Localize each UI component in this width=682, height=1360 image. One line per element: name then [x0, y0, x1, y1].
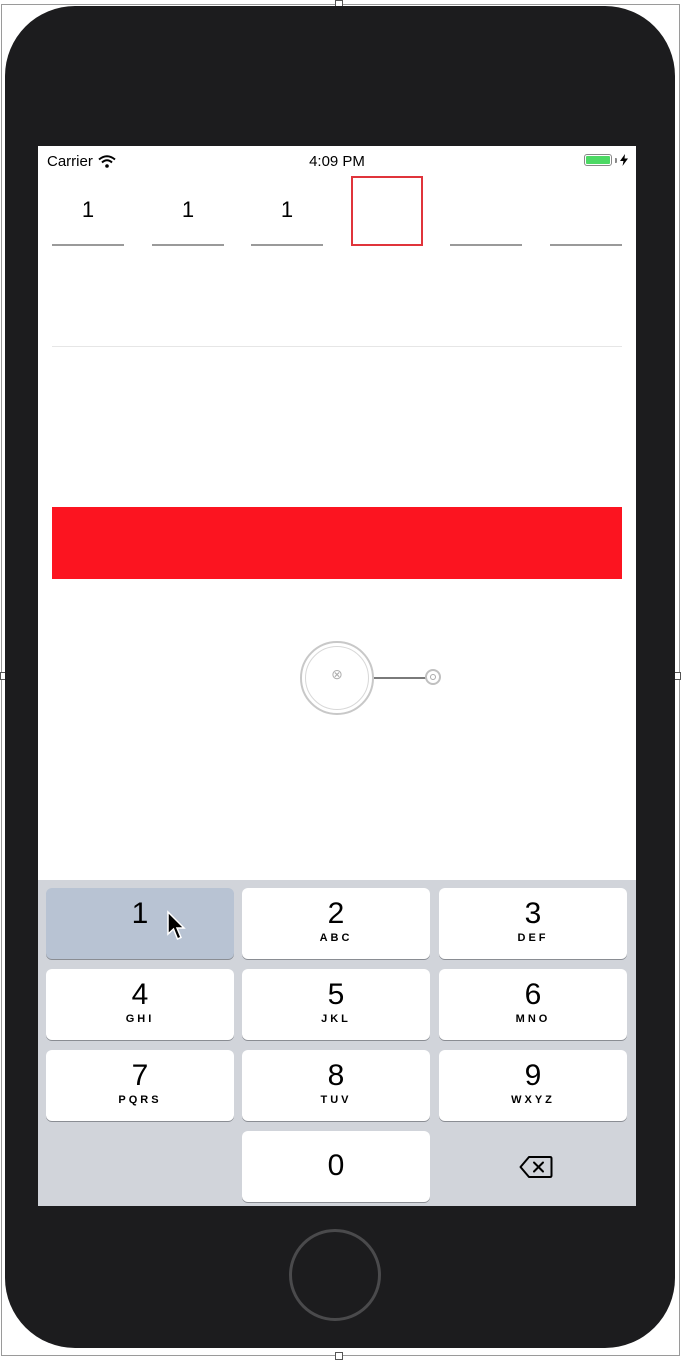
divider-line — [52, 346, 622, 347]
key-3-number: 3 — [524, 897, 542, 930]
device-screen: Carrier 4:09 PM 1 1 1 ⊗ 1 2 ABC 3 DEF 4 … — [38, 146, 636, 1206]
action-button[interactable] — [52, 507, 622, 579]
battery-icon — [584, 154, 628, 166]
mouse-cursor-icon — [167, 910, 186, 940]
key-6[interactable]: 6 MNO — [439, 969, 627, 1040]
key-8-number: 8 — [327, 1059, 345, 1092]
key-4-number: 4 — [131, 978, 149, 1011]
key-5[interactable]: 5 JKL — [242, 969, 430, 1040]
key-9-letters: WXYZ — [511, 1094, 555, 1106]
charging-bolt-icon — [620, 154, 628, 166]
touch-center-icon: ⊗ — [331, 666, 343, 682]
otp-input-row: 1 1 1 — [52, 176, 622, 246]
key-1-number: 1 — [131, 897, 149, 930]
key-2[interactable]: 2 ABC — [242, 888, 430, 959]
key-9-number: 9 — [524, 1059, 542, 1092]
status-bar: Carrier 4:09 PM — [38, 146, 636, 174]
otp-digit-3[interactable]: 1 — [251, 176, 323, 246]
key-7[interactable]: 7 PQRS — [46, 1050, 234, 1121]
otp-digit-2[interactable]: 1 — [152, 176, 224, 246]
key-0[interactable]: 0 — [242, 1131, 430, 1202]
key-0-number: 0 — [327, 1149, 345, 1182]
key-4-letters: GHI — [125, 1013, 155, 1025]
key-8[interactable]: 8 TUV — [242, 1050, 430, 1121]
numeric-keypad: 1 2 ABC 3 DEF 4 GHI 5 JKL 6 MNO 7 PQRS 8… — [38, 880, 636, 1206]
touch-indicator-end — [425, 669, 441, 685]
otp-digit-6[interactable] — [550, 176, 622, 246]
otp-digit-5[interactable] — [450, 176, 522, 246]
backspace-icon — [519, 1156, 553, 1178]
resize-handle-bottom[interactable] — [335, 1352, 343, 1360]
key-3[interactable]: 3 DEF — [439, 888, 627, 959]
key-3-letters: DEF — [517, 932, 549, 944]
key-4[interactable]: 4 GHI — [46, 969, 234, 1040]
delete-key[interactable] — [439, 1131, 627, 1202]
battery-fill — [586, 156, 610, 164]
touch-indicator-line — [374, 677, 426, 679]
key-6-letters: MNO — [515, 1013, 551, 1025]
key-8-letters: TUV — [320, 1094, 352, 1106]
home-button[interactable] — [289, 1229, 381, 1321]
key-7-number: 7 — [131, 1059, 149, 1092]
key-2-number: 2 — [327, 897, 345, 930]
key-2-letters: ABC — [319, 932, 353, 944]
key-5-number: 5 — [327, 978, 345, 1011]
otp-digit-1[interactable]: 1 — [52, 176, 124, 246]
status-time: 4:09 PM — [309, 153, 365, 170]
key-1[interactable]: 1 — [46, 888, 234, 959]
key-9[interactable]: 9 WXYZ — [439, 1050, 627, 1121]
key-5-letters: JKL — [321, 1013, 351, 1025]
otp-digit-4[interactable] — [351, 176, 423, 246]
key-7-letters: PQRS — [118, 1094, 162, 1106]
key-6-number: 6 — [524, 978, 542, 1011]
touch-indicator: ⊗ — [300, 641, 374, 715]
